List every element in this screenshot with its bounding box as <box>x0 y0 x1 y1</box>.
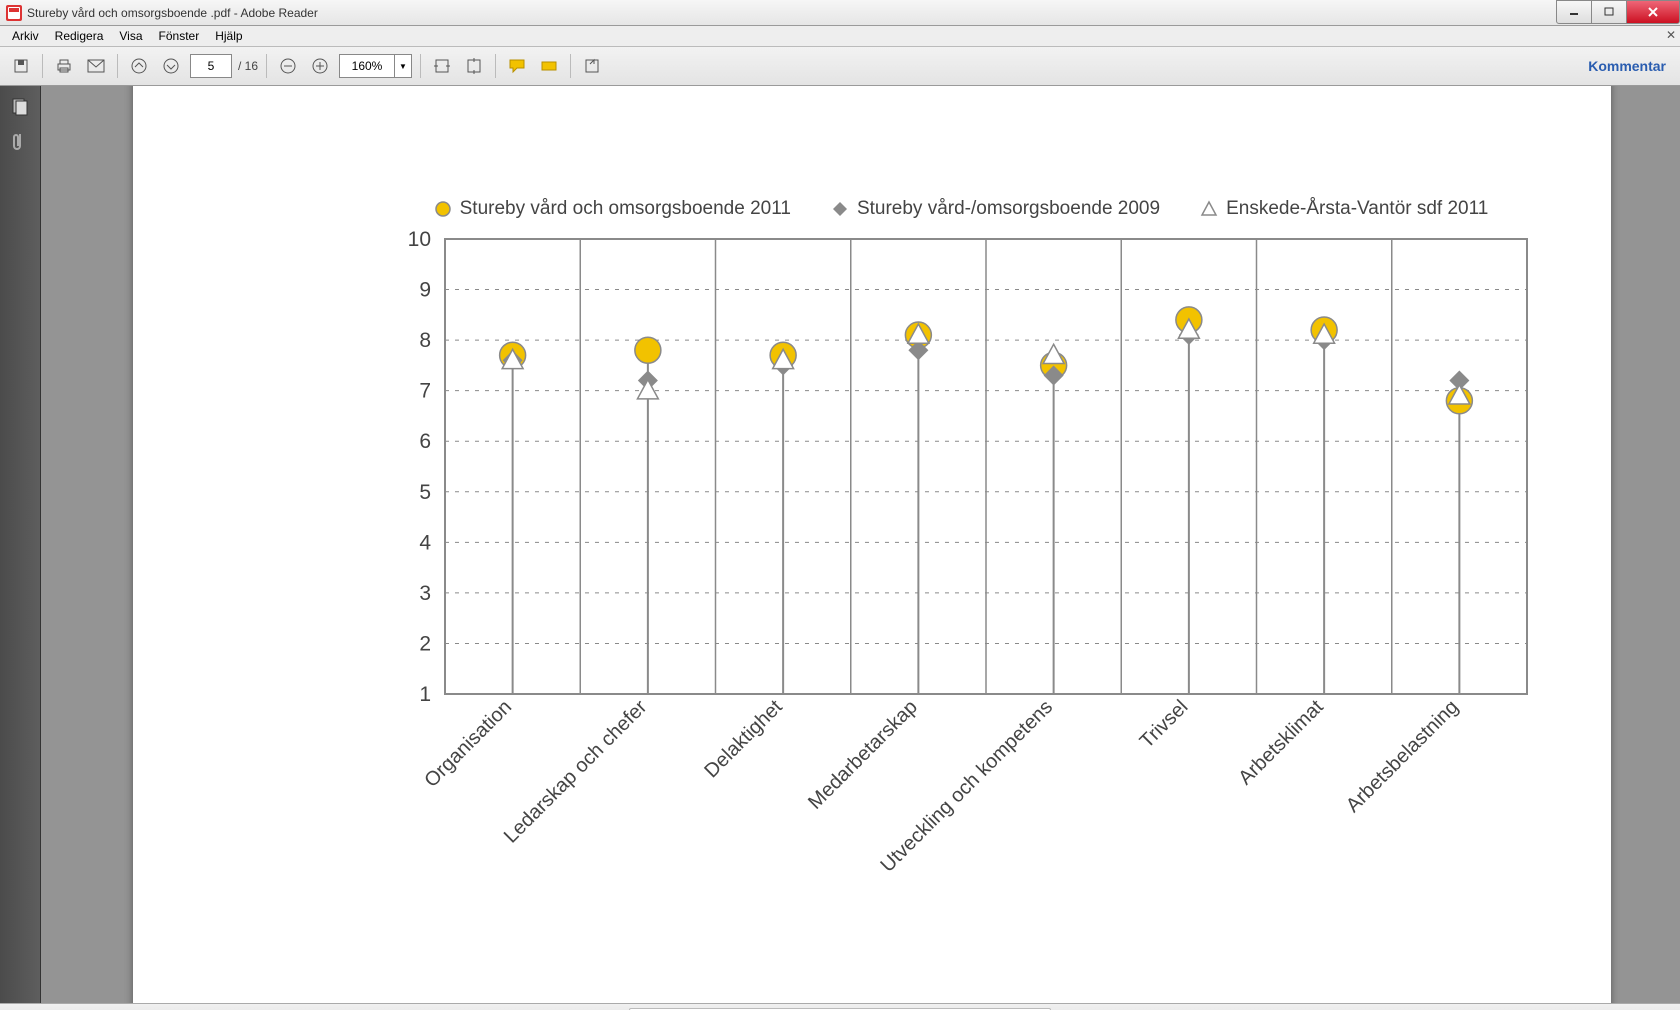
svg-text:Ledarskap och chefer: Ledarskap och chefer <box>500 696 652 848</box>
svg-text:Arbetsbelastning: Arbetsbelastning <box>1342 696 1463 817</box>
close-button[interactable] <box>1626 0 1680 24</box>
toolbar-separator <box>420 54 421 78</box>
svg-text:9: 9 <box>419 279 431 302</box>
document-close-icon[interactable]: ✕ <box>1666 28 1676 42</box>
comment-bubble-icon[interactable] <box>504 53 530 79</box>
attachments-panel-icon[interactable] <box>7 130 33 156</box>
menu-bar: Arkiv Redigera Visa Fönster Hjälp <box>0 26 1680 47</box>
page-up-icon[interactable] <box>126 53 152 79</box>
menu-redigera[interactable]: Redigera <box>47 28 112 44</box>
page-down-icon[interactable] <box>158 53 184 79</box>
zoom-out-icon[interactable] <box>275 53 301 79</box>
svg-text:4: 4 <box>419 531 431 554</box>
title-bar: Stureby vård och omsorgsboende .pdf - Ad… <box>0 0 1680 26</box>
svg-text:Arbetsklimat: Arbetsklimat <box>1234 696 1328 790</box>
app-icon <box>6 5 22 21</box>
page-number-input[interactable] <box>190 54 232 78</box>
menu-visa[interactable]: Visa <box>111 28 150 44</box>
menu-arkiv[interactable]: Arkiv <box>4 28 47 44</box>
pdf-page: Stureby vård och omsorgsboende 2011 Stur… <box>133 86 1611 1003</box>
svg-text:8: 8 <box>419 329 431 352</box>
highlight-icon[interactable] <box>536 53 562 79</box>
print-icon[interactable] <box>51 53 77 79</box>
svg-text:Medarbetarskap: Medarbetarskap <box>804 696 922 814</box>
toolbar-separator <box>495 54 496 78</box>
svg-text:10: 10 <box>408 228 431 251</box>
svg-text:2: 2 <box>419 632 431 655</box>
fit-page-icon[interactable] <box>461 53 487 79</box>
chart-plot: 1 2 3 4 5 6 7 8 9 10 OrganisationLedarskap och che… <box>367 184 1557 904</box>
side-panel <box>0 86 41 1003</box>
workspace: Stureby vård och omsorgsboende 2011 Stur… <box>0 86 1680 1003</box>
zoom-input[interactable] <box>340 55 394 77</box>
zoom-in-icon[interactable] <box>307 53 333 79</box>
comment-panel-button[interactable]: Kommentar <box>1588 58 1666 74</box>
zoom-combo[interactable]: ▼ <box>339 54 412 78</box>
pages-panel-icon[interactable] <box>7 94 33 120</box>
status-bar: 254,0 x 190,5 mm III <box>0 1003 1680 1010</box>
svg-text:5: 5 <box>419 481 431 504</box>
toolbar-separator <box>42 54 43 78</box>
svg-text:3: 3 <box>419 582 431 605</box>
maximize-button[interactable] <box>1591 0 1627 24</box>
save-icon[interactable] <box>8 53 34 79</box>
email-icon[interactable] <box>83 53 109 79</box>
svg-text:1: 1 <box>419 683 431 706</box>
toolbar-separator <box>117 54 118 78</box>
menu-fonster[interactable]: Fönster <box>151 28 208 44</box>
minimize-button[interactable] <box>1556 0 1592 24</box>
svg-text:6: 6 <box>419 430 431 453</box>
window-title: Stureby vård och omsorgsboende .pdf - Ad… <box>27 6 318 20</box>
svg-text:Trivsel: Trivsel <box>1136 696 1193 753</box>
chevron-down-icon[interactable]: ▼ <box>394 55 411 77</box>
read-mode-icon[interactable] <box>579 53 605 79</box>
menu-hjalp[interactable]: Hjälp <box>207 28 250 44</box>
svg-text:Organisation: Organisation <box>420 696 516 792</box>
toolbar-separator <box>266 54 267 78</box>
page-total-label: / 16 <box>238 59 258 73</box>
toolbar-separator <box>570 54 571 78</box>
fit-width-icon[interactable] <box>429 53 455 79</box>
svg-text:Delaktighet: Delaktighet <box>700 696 787 783</box>
document-area[interactable]: Stureby vård och omsorgsboende 2011 Stur… <box>41 86 1680 1003</box>
toolbar: / 16 ▼ Kommentar <box>0 47 1680 86</box>
svg-text:7: 7 <box>419 380 431 403</box>
